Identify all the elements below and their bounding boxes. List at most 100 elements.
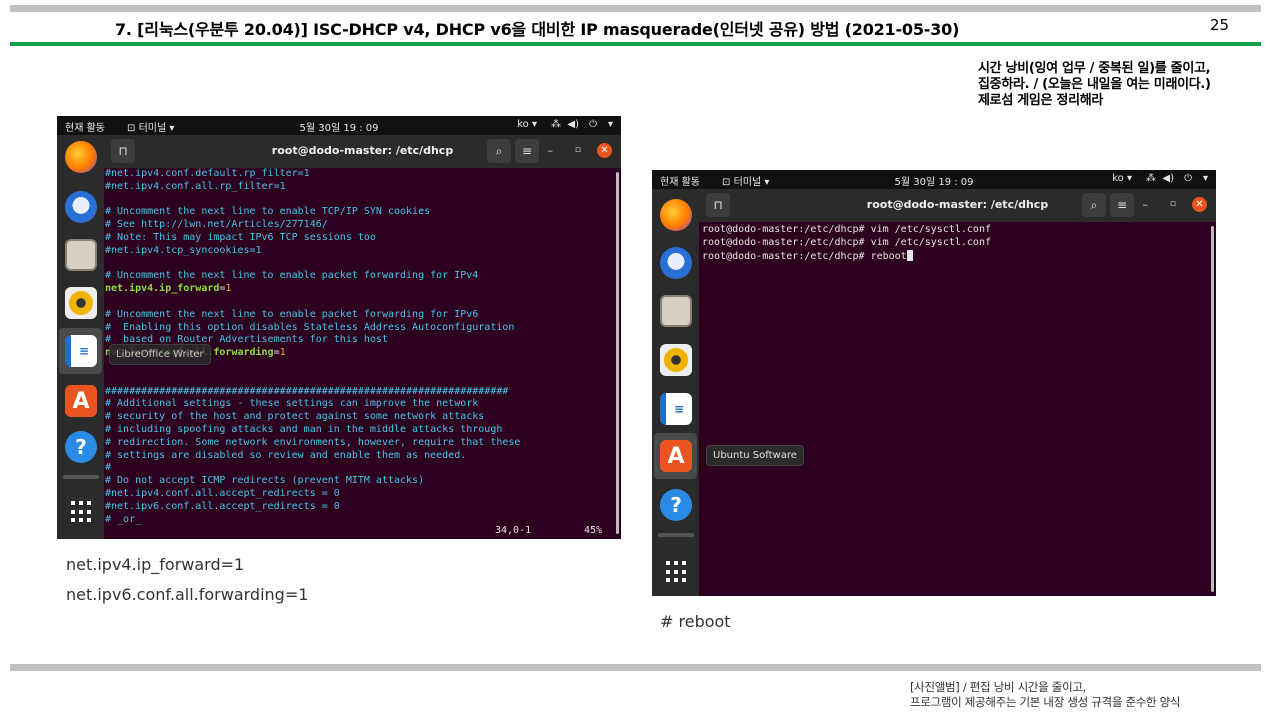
shell-line: root@dodo-master:/etc/dhcp# reboot — [702, 250, 907, 262]
ubuntu-software-icon[interactable]: A — [660, 440, 692, 472]
language-indicator[interactable]: ko ▾ — [517, 119, 537, 130]
ubuntu-software-icon[interactable]: A — [65, 385, 97, 417]
minimize-icon[interactable]: – — [548, 144, 554, 157]
close-icon[interactable]: ✕ — [1192, 197, 1207, 212]
help-icon[interactable]: ? — [660, 489, 692, 521]
terminal-scrollbar[interactable] — [1211, 226, 1214, 592]
caption-ipv4: net.ipv4.ip_forward=1 — [66, 555, 245, 574]
clock[interactable]: 5월 30일 19 : 09 — [299, 119, 378, 134]
vim-line: #net.ipv6.conf.all.accept_redirects = 0 — [105, 500, 340, 512]
rhythmbox-icon[interactable] — [660, 344, 692, 376]
search-icon[interactable]: ⌕ — [1082, 193, 1106, 217]
vim-line: # including spoofing attacks and man in … — [105, 423, 503, 435]
dock-tooltip: Ubuntu Software — [706, 445, 804, 466]
dock-separator — [63, 475, 99, 479]
vim-line: #net.ipv4.conf.default.rp_filter=1 — [105, 168, 310, 179]
firefox-icon[interactable] — [65, 141, 97, 173]
title-underline — [10, 42, 1261, 46]
vim-line: # Additional settings - these settings c… — [105, 398, 479, 410]
shell-line: root@dodo-master:/etc/dhcp# vim /etc/sys… — [702, 236, 991, 248]
activities-button[interactable]: 현재 활동 — [65, 119, 105, 134]
thunderbird-icon[interactable] — [65, 191, 97, 223]
restore-icon[interactable]: ▫ — [575, 145, 581, 155]
dock-separator — [658, 533, 694, 537]
vim-line: # Uncomment the next line to enable TCP/… — [105, 206, 431, 218]
system-menu-arrow-icon[interactable]: ▾ — [1203, 173, 1208, 184]
restore-icon[interactable]: ▫ — [1170, 199, 1176, 209]
rhythmbox-icon[interactable] — [65, 287, 97, 319]
app-menu[interactable]: ⊡ 터미널 ▾ — [127, 119, 174, 134]
vim-line: #net.ipv4.tcp_syncookies=1 — [105, 244, 262, 256]
network-icon[interactable]: ⁂ — [551, 119, 561, 130]
dock: ≡ A ? — [652, 189, 699, 596]
vim-line: # security of the host and protect again… — [105, 411, 485, 423]
show-apps-icon[interactable] — [71, 501, 93, 523]
vim-line: #net.ipv4.conf.all.rp_filter=1 — [105, 180, 286, 192]
terminal-header-bar: ⊓ root@dodo-master: /etc/dhcp ⌕ ≡ – ▫ ✕ — [699, 189, 1216, 222]
terminal-icon: ⊡ — [722, 177, 734, 188]
motto: 시간 낭비(잉여 업무 / 중복된 일)를 줄이고, 집중하라. / (오늘은 … — [978, 61, 1211, 109]
hamburger-menu-icon[interactable]: ≡ — [1110, 193, 1134, 217]
vim-line: # Enabling this option disables Stateles… — [105, 321, 515, 333]
clock[interactable]: 5월 30일 19 : 09 — [894, 173, 973, 188]
vim-line: # redirection. Some network environments… — [105, 436, 521, 448]
shell-line: root@dodo-master:/etc/dhcp# vim /etc/sys… — [702, 224, 991, 235]
window-title: root@dodo-master: /etc/dhcp — [271, 144, 454, 157]
screenshot-vim-sysctl: 현재 활동 ⊡ 터미널 ▾ 5월 30일 19 : 09 ko ▾ ⁂ ◀) ⏻… — [57, 116, 621, 539]
app-menu-label: 터미널 ▾ — [733, 177, 770, 188]
terminal-icon: ⊡ — [127, 123, 139, 134]
close-icon[interactable]: ✕ — [597, 143, 612, 158]
volume-icon[interactable]: ◀) — [567, 119, 579, 130]
firefox-icon[interactable] — [660, 199, 692, 231]
vim-scroll-percent: 45% — [584, 525, 603, 536]
hamburger-menu-icon[interactable]: ≡ — [515, 139, 539, 163]
minimize-icon[interactable]: – — [1143, 198, 1149, 211]
show-apps-icon[interactable] — [666, 561, 688, 583]
terminal-scrollbar[interactable] — [616, 172, 619, 534]
footer-note: [사진앨범] / 편집 낭비 시간을 줄이고, 프로그램이 제공해주는 기본 내… — [910, 680, 1181, 710]
terminal-header-bar: ⊓ root@dodo-master: /etc/dhcp ⌕ ≡ – ▫ ✕ — [104, 135, 621, 168]
gnome-top-bar: 현재 활동 ⊡ 터미널 ▾ 5월 30일 19 : 09 ko ▾ ⁂ ◀) ⏻… — [57, 116, 621, 135]
dock-tooltip: LibreOffice Writer — [109, 344, 211, 365]
network-icon[interactable]: ⁂ — [1146, 173, 1156, 184]
help-icon[interactable]: ? — [65, 431, 97, 463]
thunderbird-icon[interactable] — [660, 247, 692, 279]
footer-line-1: [사진앨범] / 편집 낭비 시간을 줄이고, — [910, 680, 1086, 694]
libreoffice-writer-icon[interactable]: ≡ — [65, 335, 97, 367]
volume-icon[interactable]: ◀) — [1162, 173, 1174, 184]
dock: ≡ A ? — [57, 135, 104, 539]
vim-line: # _or_ — [105, 513, 142, 525]
search-icon[interactable]: ⌕ — [487, 139, 511, 163]
caption-ipv6: net.ipv6.conf.all.forwarding=1 — [66, 585, 309, 604]
gnome-top-bar: 현재 활동 ⊡ 터미널 ▾ 5월 30일 19 : 09 ko ▾ ⁂ ◀) ⏻… — [652, 170, 1216, 189]
libreoffice-writer-icon[interactable]: ≡ — [660, 393, 692, 425]
caption-reboot: # reboot — [660, 612, 731, 631]
screenshot-reboot: 현재 활동 ⊡ 터미널 ▾ 5월 30일 19 : 09 ko ▾ ⁂ ◀) ⏻… — [652, 170, 1216, 596]
power-icon[interactable]: ⏻ — [589, 119, 597, 130]
page-title: 7. [리눅스(우분투 20.04)] ISC-DHCP v4, DHCP v6… — [115, 20, 960, 39]
language-indicator[interactable]: ko ▾ — [1112, 173, 1132, 184]
window-title: root@dodo-master: /etc/dhcp — [866, 198, 1049, 211]
vim-line: # Uncomment the next line to enable pack… — [105, 308, 479, 320]
ipv4-forward-setting: net.ipv4.ip_forward=1 — [105, 283, 232, 295]
vim-line: # See http://lwn.net/Articles/277146/ — [105, 219, 328, 231]
app-menu-label: 터미널 ▾ — [138, 123, 175, 134]
vim-line: #net.ipv4.conf.all.accept_redirects = 0 — [105, 487, 340, 499]
text-cursor — [906, 249, 913, 261]
vim-line: # settings are disabled so review and en… — [105, 449, 467, 461]
files-icon[interactable] — [660, 295, 692, 327]
files-icon[interactable] — [65, 239, 97, 271]
motto-line-3: 제로섬 게임은 정리해라 — [978, 93, 1104, 108]
terminal-output[interactable]: root@dodo-master:/etc/dhcp# vim /etc/sys… — [702, 224, 1210, 596]
motto-line-2: 집중하라. / (오늘은 내일을 여는 미래이다.) — [978, 77, 1211, 92]
motto-line-1: 시간 낭비(잉여 업무 / 중복된 일)를 줄이고, — [978, 61, 1211, 76]
top-divider — [10, 5, 1261, 12]
vim-line: ########################################… — [105, 385, 509, 397]
system-menu-arrow-icon[interactable]: ▾ — [608, 119, 613, 130]
bottom-divider — [10, 664, 1261, 671]
vim-cursor-position: 34,0-1 — [495, 525, 532, 536]
app-menu[interactable]: ⊡ 터미널 ▾ — [722, 173, 769, 188]
activities-button[interactable]: 현재 활동 — [660, 173, 700, 188]
power-icon[interactable]: ⏻ — [1184, 173, 1192, 184]
vim-line: # Do not accept ICMP redirects (prevent … — [105, 475, 425, 487]
